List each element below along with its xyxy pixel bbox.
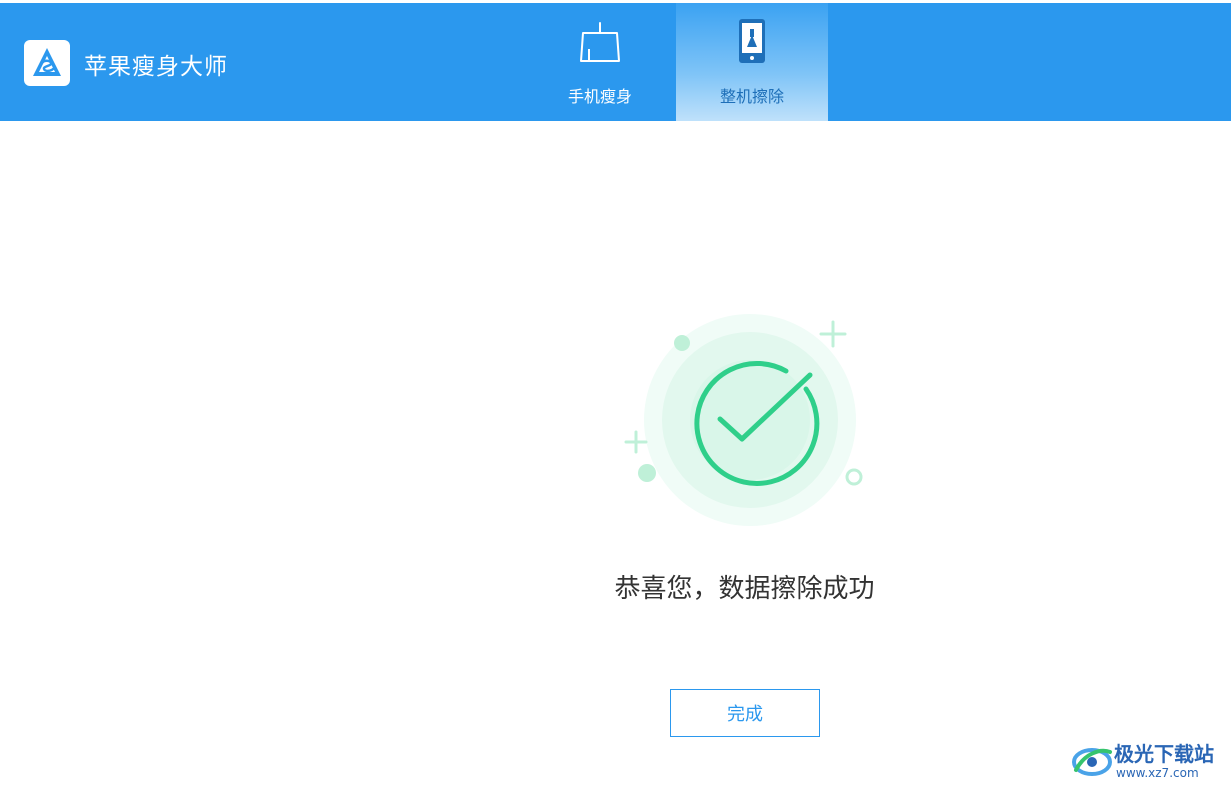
watermark: 极光下载站 www.xz7.com — [1070, 738, 1225, 786]
decor-dot-top — [674, 335, 690, 351]
tab-full-erase[interactable]: 整机擦除 — [676, 3, 828, 121]
decor-plus-left — [624, 430, 648, 454]
done-button[interactable]: 完成 — [670, 689, 820, 737]
app-logo — [24, 40, 70, 86]
success-message: 恭喜您，数据擦除成功 — [614, 574, 875, 604]
app-logo-icon — [33, 48, 61, 76]
broom-icon — [580, 22, 620, 62]
watermark-title: 极光下载站 — [1114, 742, 1214, 766]
tab-full-erase-label: 整机擦除 — [719, 87, 784, 106]
tab-phone-slim-label: 手机瘦身 — [567, 87, 632, 106]
decor-ring — [845, 468, 863, 486]
tab-phone-slim[interactable]: 手机瘦身 — [524, 3, 676, 121]
app-header: 苹果瘦身大师 手机瘦身 整机擦除 — [0, 3, 1231, 121]
decor-plus-top — [819, 320, 847, 348]
app-title: 苹果瘦身大师 — [84, 54, 228, 80]
watermark-logo-icon — [1072, 748, 1112, 776]
phone-clean-icon — [739, 19, 765, 63]
watermark-url: www.xz7.com — [1116, 766, 1199, 780]
success-illustration — [624, 314, 863, 526]
decor-dot-left — [638, 464, 656, 482]
